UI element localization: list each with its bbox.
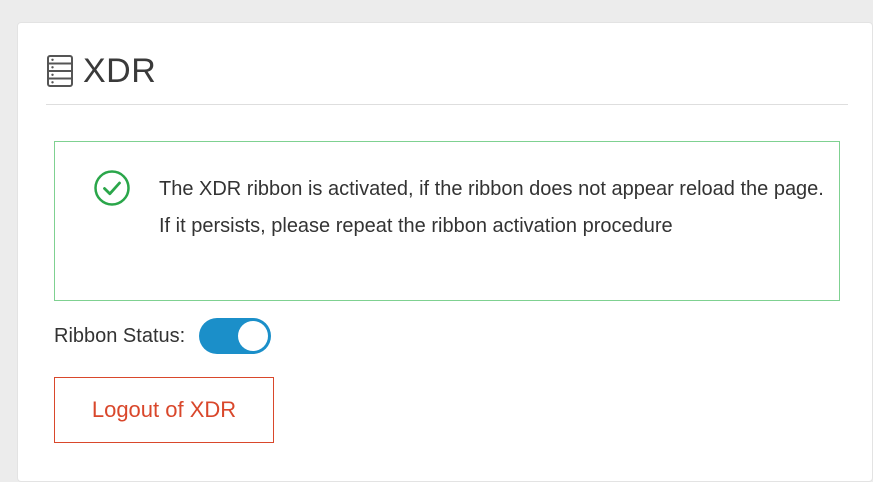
logout-button[interactable]: Logout of XDR [54, 377, 274, 443]
panel-header: XDR [46, 49, 156, 93]
header-divider [46, 104, 848, 105]
success-alert: The XDR ribbon is activated, if the ribb… [54, 141, 840, 301]
page-title: XDR [83, 51, 157, 90]
ribbon-status-row: Ribbon Status: [54, 316, 272, 356]
server-icon [46, 54, 74, 88]
ribbon-status-label: Ribbon Status: [54, 324, 186, 347]
alert-message: The XDR ribbon is activated, if the ribb… [159, 178, 824, 237]
xdr-panel: XDR The XDR ribbon is activated, if the … [17, 22, 873, 482]
check-circle-icon [93, 169, 131, 207]
ribbon-status-toggle[interactable] [199, 318, 272, 354]
toggle-knob [238, 321, 269, 351]
